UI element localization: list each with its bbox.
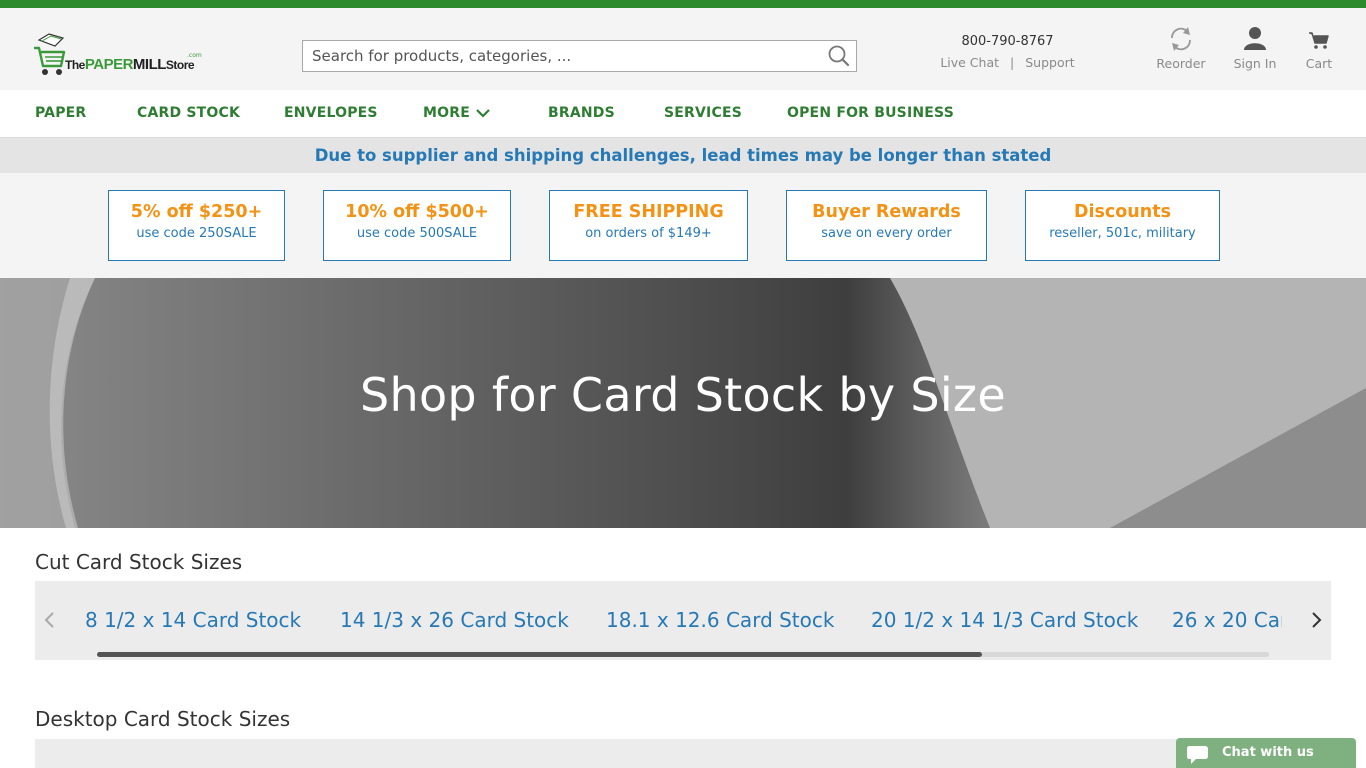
nav-item-brands[interactable]: BRANDS (548, 105, 615, 121)
site-logo[interactable]: ThePAPERMILLStore .com (33, 32, 208, 82)
promo-title: Buyer Rewards (812, 202, 961, 222)
search-input[interactable] (303, 41, 813, 71)
promo-subtitle: reseller, 501c, military (1049, 226, 1196, 241)
carousel-prev-button[interactable] (42, 611, 58, 629)
promo-subtitle: save on every order (821, 226, 952, 241)
live-chat-link[interactable]: Live Chat (940, 55, 999, 70)
promo-title: 5% off $250+ (130, 202, 263, 222)
cart-button[interactable]: Cart (1302, 26, 1336, 71)
contact-block: 800-790-8767 Live Chat | Support (925, 34, 1090, 70)
promo-title: 10% off $500+ (345, 202, 489, 222)
reorder-button[interactable]: Reorder (1154, 26, 1208, 71)
promo-strip: 5% off $250+ use code 250SALE 10% off $5… (0, 173, 1366, 278)
chat-bubble-icon (1187, 746, 1208, 764)
carousel-viewport: 8 1/2 x 14 Card Stock 14 1/3 x 26 Card S… (85, 581, 1282, 660)
nav-item-card-stock[interactable]: CARD STOCK (137, 105, 240, 121)
desktop-sizes-carousel (35, 739, 1331, 768)
carousel-scrollbar[interactable] (97, 652, 1269, 657)
sign-in-button[interactable]: Sign In (1232, 26, 1278, 71)
chevron-down-icon (476, 109, 490, 118)
desktop-sizes-heading: Desktop Card Stock Sizes (35, 707, 291, 731)
contact-separator: | (1010, 55, 1015, 70)
promo-subtitle: use code 500SALE (356, 226, 478, 241)
nav-item-open-for-business[interactable]: OPEN FOR BUSINESS (787, 105, 954, 121)
search-bar (302, 40, 857, 72)
cut-sizes-heading: Cut Card Stock Sizes (35, 550, 243, 574)
logo-text-mill: MILL (132, 56, 167, 73)
promo-subtitle: on orders of $149+ (585, 226, 712, 241)
nav-item-envelopes[interactable]: ENVELOPES (284, 105, 378, 121)
search-button[interactable] (826, 44, 852, 68)
size-link[interactable]: 8 1/2 x 14 Card Stock (85, 608, 301, 632)
lead-time-notice: Due to supplier and shipping challenges,… (0, 138, 1366, 173)
promo-discounts[interactable]: Discounts reseller, 501c, military (1025, 190, 1220, 261)
promo-free-shipping[interactable]: FREE SHIPPING on orders of $149+ (549, 190, 748, 261)
size-link[interactable]: 18.1 x 12.6 Card Stock (606, 608, 834, 632)
cart-icon (1309, 32, 1329, 49)
site-header: ThePAPERMILLStore .com 800-790-8767 Live… (0, 8, 1366, 90)
chat-label: Chat with us (1222, 745, 1314, 760)
cart-label: Cart (1305, 56, 1333, 71)
cut-sizes-carousel: 8 1/2 x 14 Card Stock 14 1/3 x 26 Card S… (35, 581, 1331, 660)
promo-subtitle: use code 250SALE (136, 226, 257, 241)
size-link[interactable]: 20 1/2 x 14 1/3 Card Stock (871, 608, 1138, 632)
reorder-label: Reorder (1156, 56, 1206, 71)
phone-number[interactable]: 800-790-8767 (925, 34, 1090, 49)
promo-buyer-rewards[interactable]: Buyer Rewards save on every order (786, 190, 987, 261)
support-link[interactable]: Support (1025, 55, 1074, 70)
promo-5-percent[interactable]: 5% off $250+ use code 250SALE (108, 190, 285, 261)
carousel-next-button[interactable] (1308, 611, 1324, 629)
logo-text-store: Store (165, 58, 195, 72)
sign-in-label: Sign In (1233, 56, 1277, 71)
nav-item-paper[interactable]: PAPER (35, 105, 86, 121)
hero-title: Shop for Card Stock by Size (360, 368, 1006, 422)
promo-10-percent[interactable]: 10% off $500+ use code 500SALE (323, 190, 511, 261)
carousel-scrollbar-thumb[interactable] (97, 652, 982, 657)
cart-logo-icon (34, 33, 66, 75)
nav-item-more-label: MORE (423, 105, 470, 121)
logo-text-paper: PAPER (84, 56, 134, 73)
logo-wordmark: ThePAPERMILLStore (65, 56, 195, 73)
chat-widget-button[interactable]: Chat with us (1176, 738, 1356, 768)
hero-banner: Shop for Card Stock by Size (0, 278, 1366, 528)
top-accent-bar (0, 0, 1366, 8)
size-link[interactable]: 14 1/3 x 26 Card Stock (340, 608, 569, 632)
user-icon (1244, 27, 1266, 50)
logo-text-com: .com (187, 52, 202, 59)
contact-links: Live Chat | Support (925, 55, 1090, 70)
promo-title: FREE SHIPPING (573, 202, 724, 222)
chevron-left-icon (44, 612, 54, 628)
chevron-right-icon (1312, 612, 1322, 628)
nav-item-more[interactable]: MORE (423, 105, 490, 121)
search-icon (828, 45, 850, 67)
logo-text-the: The (65, 58, 85, 72)
reorder-icon (1171, 27, 1191, 51)
nav-item-services[interactable]: SERVICES (664, 105, 742, 121)
size-link[interactable]: 26 x 20 Card Stock (1172, 608, 1282, 632)
main-navigation: PAPER CARD STOCK ENVELOPES MORE BRANDS S… (0, 90, 1366, 138)
promo-title: Discounts (1073, 202, 1172, 222)
